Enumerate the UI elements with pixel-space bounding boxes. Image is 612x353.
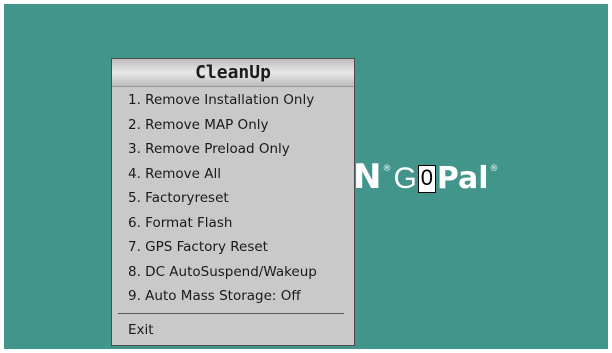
registered-mark: ® xyxy=(382,164,392,174)
logo-go: G0 xyxy=(393,160,436,198)
menu-item-remove-preload[interactable]: 3. Remove Preload Only xyxy=(112,137,354,162)
menu-item-exit[interactable]: Exit xyxy=(112,318,354,342)
menu-item-format-flash[interactable]: 6. Format Flash xyxy=(112,211,354,236)
logo-go-letter: G xyxy=(393,162,417,195)
menu-divider xyxy=(118,312,344,314)
menu-item-auto-mass-storage[interactable]: 9. Auto Mass Storage: Off xyxy=(112,284,354,309)
menu-item-remove-installation[interactable]: 1. Remove Installation Only xyxy=(112,88,354,113)
registered-mark-2: ® xyxy=(489,164,499,174)
navigon-gopal-logo: N ® G0 Pal ® xyxy=(353,157,501,200)
logo-letter-n: N xyxy=(353,157,382,197)
menu-item-dc-autosuspend[interactable]: 8. DC AutoSuspend/Wakeup xyxy=(112,260,354,285)
cleanup-menu: CleanUp 1. Remove Installation Only 2. R… xyxy=(111,58,355,346)
logo-pal: Pal xyxy=(436,161,489,196)
menu-item-list: 1. Remove Installation Only 2. Remove MA… xyxy=(112,88,354,309)
menu-title: CleanUp xyxy=(112,59,354,87)
menu-item-remove-all[interactable]: 4. Remove All xyxy=(112,162,354,187)
text-cursor-box: 0 xyxy=(417,165,436,193)
menu-item-factoryreset[interactable]: 5. Factoryreset xyxy=(112,186,354,211)
menu-item-remove-map[interactable]: 2. Remove MAP Only xyxy=(112,113,354,138)
menu-item-gps-factory-reset[interactable]: 7. GPS Factory Reset xyxy=(112,235,354,260)
